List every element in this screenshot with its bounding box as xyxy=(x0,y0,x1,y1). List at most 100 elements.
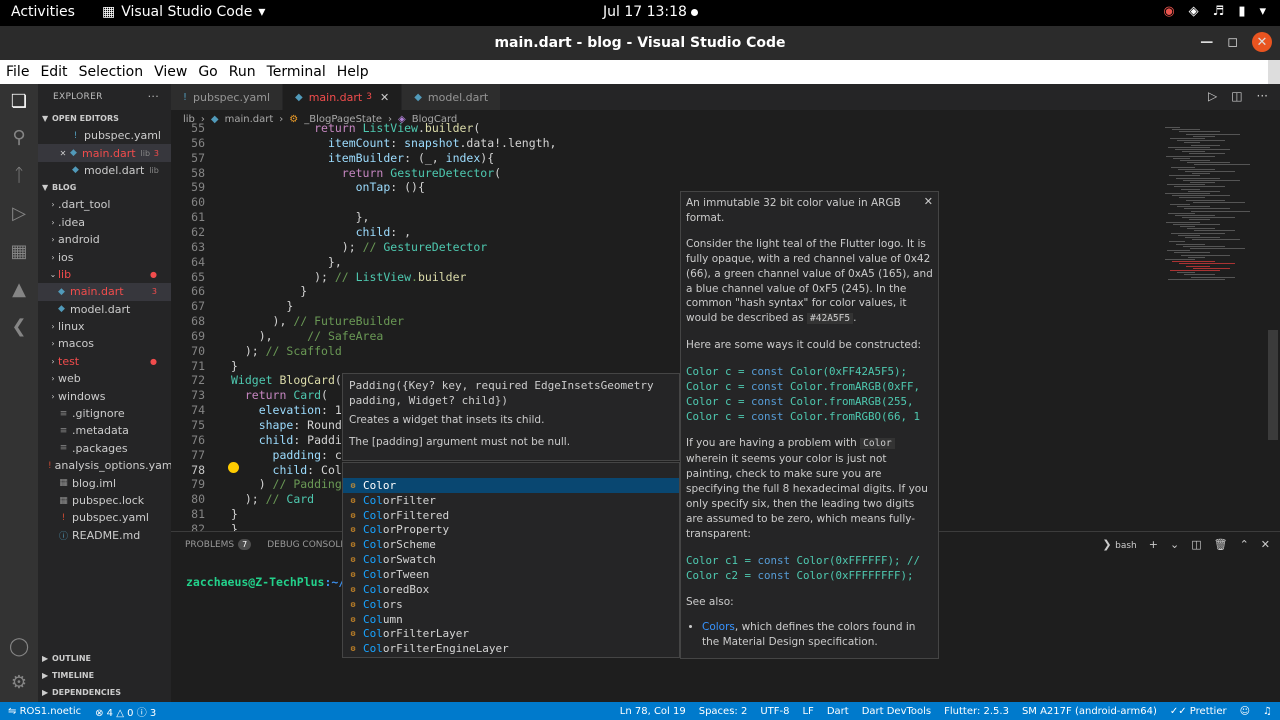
close-tab-icon[interactable]: ✕ xyxy=(380,91,389,104)
run-icon[interactable]: ▷ xyxy=(1208,89,1217,103)
app-menu[interactable]: ▦ Visual Studio Code ▾ xyxy=(102,4,265,20)
close-window-button[interactable]: ✕ xyxy=(1252,32,1272,52)
tab-problems[interactable]: PROBLEMS 7 xyxy=(185,539,252,550)
menu-file[interactable]: File xyxy=(6,64,29,80)
new-terminal-icon[interactable]: + xyxy=(1149,538,1158,551)
open-editor-item[interactable]: ✕ ◆ main.dart lib 3 xyxy=(38,144,171,162)
dart-devtools[interactable]: Dart DevTools xyxy=(862,706,931,717)
outline-section[interactable]: ▶ OUTLINE xyxy=(38,650,171,667)
system-tray[interactable]: ◉ ◈ ♬ ▮ ▾ xyxy=(1163,4,1266,19)
cursor-position[interactable]: Ln 78, Col 19 xyxy=(620,706,686,717)
problems-indicator[interactable]: ⊗ 4 △ 0 ⓘ 3 xyxy=(95,704,156,719)
folder-item[interactable]: › web xyxy=(38,370,171,387)
colors-link[interactable]: Colors xyxy=(702,621,735,633)
suggestion-item[interactable]: ⚙ Col orScheme xyxy=(343,537,679,552)
file-item[interactable]: ▦ blog.iml xyxy=(38,474,171,491)
file-item[interactable]: ≡ .packages xyxy=(38,440,171,457)
tab-main-dart[interactable]: ◆ main.dart 3 ✕ xyxy=(283,84,403,110)
folder-item[interactable]: › windows xyxy=(38,387,171,404)
menu-go[interactable]: Go xyxy=(198,64,217,80)
file-item[interactable]: ! analysis_options.yaml xyxy=(38,457,171,474)
language-mode[interactable]: Dart xyxy=(827,706,849,717)
close-panel-icon[interactable]: ✕ xyxy=(1261,538,1270,551)
suggestion-item[interactable]: ⚙ Col umn xyxy=(343,612,679,627)
trash-icon[interactable]: 🗑 xyxy=(1214,538,1228,551)
terminal-prompt[interactable]: zacchaeus@Z-TechPlus:~/D xyxy=(186,575,352,589)
file-item[interactable]: ≡ .gitignore xyxy=(38,405,171,422)
close-icon[interactable]: ✕ xyxy=(58,149,68,158)
terminal-shell-selector[interactable]: ❯ bash xyxy=(1102,538,1136,551)
flutter-version[interactable]: Flutter: 2.5.3 xyxy=(944,706,1009,717)
menu-selection[interactable]: Selection xyxy=(79,64,144,80)
folder-item[interactable]: › .idea xyxy=(38,214,171,231)
device-selector[interactable]: SM A217F (android-arm64) xyxy=(1022,706,1157,717)
suggestion-item[interactable]: ⚙ Col ors xyxy=(343,597,679,612)
suggestion-item[interactable]: ⚙ Col orFilter xyxy=(343,493,679,508)
menu-view[interactable]: View xyxy=(154,64,187,80)
minimap[interactable] xyxy=(1160,122,1270,422)
remote-indicator[interactable]: ⇋ ROS1.noetic xyxy=(8,706,81,717)
suggestion-item[interactable]: ⚙ Col orTween xyxy=(343,567,679,582)
blog-project-section[interactable]: ▼ BLOG xyxy=(38,179,171,196)
accounts-status-icon[interactable]: ☺ xyxy=(1240,706,1250,717)
close-icon[interactable]: ✕ xyxy=(924,195,933,210)
flutter-icon[interactable]: ❮ xyxy=(9,317,29,337)
editor-scrollbar[interactable] xyxy=(1268,330,1278,440)
file-item[interactable]: ▦ pubspec.lock xyxy=(38,492,171,509)
suggestion-item[interactable]: ⚙ Col or xyxy=(343,478,679,493)
accounts-icon[interactable]: ◯ xyxy=(9,637,29,657)
open-editors-section[interactable]: ▼ OPEN EDITORS xyxy=(38,110,171,127)
timeline-section[interactable]: ▶ TIMELINE xyxy=(38,667,171,684)
maximize-panel-icon[interactable]: ⌃ xyxy=(1240,538,1249,551)
suggestion-item[interactable]: ⚙ Col orFilterEngineLayer xyxy=(343,641,679,656)
end-of-line[interactable]: LF xyxy=(802,706,813,717)
open-editor-item[interactable]: ! pubspec.yaml xyxy=(38,127,171,144)
tab-debug-console[interactable]: DEBUG CONSOLE xyxy=(267,540,346,550)
prettier-status[interactable]: ✓✓ Prettier xyxy=(1170,706,1227,717)
suggestion-item[interactable]: ⚙ Col orSwatch xyxy=(343,552,679,567)
extensions-icon[interactable]: ▦ xyxy=(9,242,29,262)
more-actions-icon[interactable]: ··· xyxy=(1257,89,1268,103)
folder-item[interactable]: › ios xyxy=(38,248,171,265)
more-actions-icon[interactable]: ··· xyxy=(148,90,159,103)
source-control-icon[interactable]: ᛏ xyxy=(9,166,29,186)
split-terminal-icon[interactable]: ◫ xyxy=(1191,538,1201,551)
maximize-button[interactable]: ◻ xyxy=(1227,35,1238,50)
suggestion-item[interactable]: ⚙ Col oredBox xyxy=(343,582,679,597)
menu-edit[interactable]: Edit xyxy=(40,64,67,80)
file-item[interactable]: ◆ main.dart 3 xyxy=(38,283,171,301)
folder-item[interactable]: › android xyxy=(38,231,171,248)
open-editor-item[interactable]: ◆ model.dart lib xyxy=(38,162,171,179)
folder-item[interactable]: ⌄ lib ● xyxy=(38,266,171,283)
run-debug-icon[interactable]: ▷ xyxy=(9,204,29,224)
tab-model-dart[interactable]: ◆ model.dart xyxy=(402,84,502,110)
file-item[interactable]: ! pubspec.yaml xyxy=(38,509,171,526)
tab-pubspec-yaml[interactable]: ! pubspec.yaml xyxy=(171,84,283,110)
file-item[interactable]: ≡ .metadata xyxy=(38,422,171,439)
minimize-button[interactable]: — xyxy=(1200,35,1213,50)
search-icon[interactable]: ⚲ xyxy=(9,128,29,148)
encoding[interactable]: UTF-8 xyxy=(760,706,789,717)
file-item[interactable]: ⓘ README.md xyxy=(38,527,171,544)
clock[interactable]: Jul 17 13:18 xyxy=(603,4,687,20)
notifications-bell-icon[interactable]: ♫ xyxy=(1263,706,1272,717)
explorer-files-icon[interactable]: ❏ xyxy=(9,92,29,112)
folder-item[interactable]: › linux xyxy=(38,318,171,335)
suggestion-item[interactable]: ⚙ Col orFiltered xyxy=(343,508,679,523)
dependencies-section[interactable]: ▶ DEPENDENCIES xyxy=(38,684,171,701)
split-editor-icon[interactable]: ◫ xyxy=(1231,89,1242,103)
suggestion-item[interactable]: ⚙ Col orFilterLayer xyxy=(343,626,679,641)
file-item[interactable]: ◆ model.dart xyxy=(38,301,171,318)
chevron-down-icon[interactable]: ⌄ xyxy=(1170,538,1179,551)
folder-item[interactable]: › .dart_tool xyxy=(38,196,171,213)
suggestion-list[interactable]: ⚙ Col or ⚙ Col orFilter ⚙ Col orFiltered ⚙ Col orPr… xyxy=(342,462,680,658)
activities-button[interactable]: Activities xyxy=(11,4,75,20)
suggestion-item[interactable]: ⚙ Col orProperty xyxy=(343,523,679,538)
testing-flask-icon[interactable]: ▲ xyxy=(9,280,29,300)
indentation[interactable]: Spaces: 2 xyxy=(699,706,748,717)
folder-item[interactable]: › test ● xyxy=(38,353,171,370)
menu-help[interactable]: Help xyxy=(337,64,369,80)
folder-item[interactable]: › macos xyxy=(38,335,171,352)
menu-run[interactable]: Run xyxy=(229,64,256,80)
settings-gear-icon[interactable]: ⚙ xyxy=(9,673,29,693)
